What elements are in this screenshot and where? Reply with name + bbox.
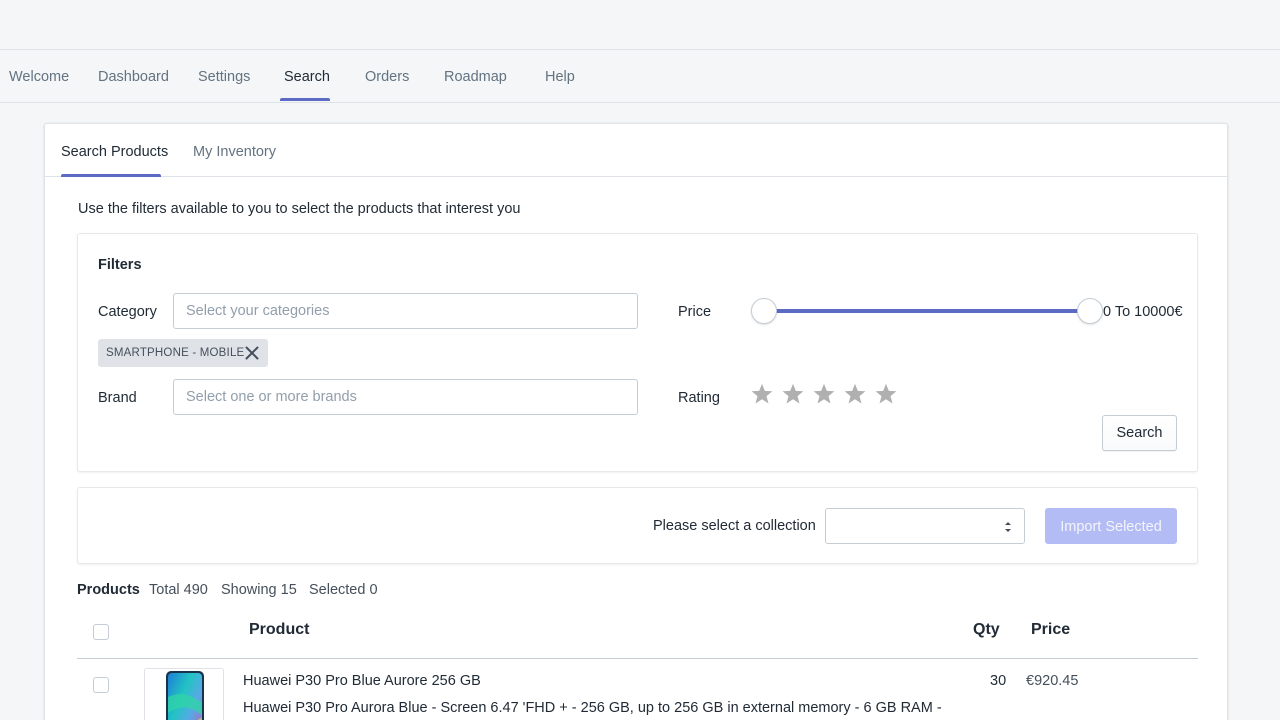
product-description: Huawei P30 Pro Aurora Blue - Screen 6.47… <box>243 700 942 716</box>
brand-input[interactable] <box>173 379 638 415</box>
select-all-checkbox[interactable] <box>93 624 109 640</box>
nav-orders[interactable]: Orders <box>365 69 409 85</box>
product-qty: 30 <box>990 673 1007 689</box>
row-checkbox[interactable] <box>93 677 109 693</box>
search-products-card: Search Products My Inventory Use the fil… <box>44 123 1228 720</box>
filters-panel: Filters Category SMARTPHONE - MOBILE Bra… <box>77 233 1198 472</box>
select-arrows-icon <box>1005 522 1011 532</box>
collection-label: Please select a collection <box>653 518 816 534</box>
tab-search-products[interactable]: Search Products <box>61 144 168 160</box>
table-row[interactable]: Huawei P30 Pro Blue Aurore 256 GB Huawei… <box>77 660 1198 720</box>
collection-select[interactable] <box>825 508 1025 544</box>
star-icon[interactable] <box>843 382 867 406</box>
header-qty: Qty <box>973 621 1000 638</box>
total-count: Total 490 <box>149 582 208 598</box>
showing-count: Showing 15 <box>221 582 297 598</box>
nav-welcome[interactable]: Welcome <box>9 69 69 85</box>
price-slider-min-handle[interactable] <box>751 298 777 324</box>
products-label: Products <box>77 582 140 598</box>
category-tag: SMARTPHONE - MOBILE <box>98 339 268 367</box>
subtab-active-indicator <box>61 174 161 177</box>
filters-title: Filters <box>98 257 142 273</box>
search-button[interactable]: Search <box>1102 415 1177 451</box>
category-label: Category <box>98 304 157 320</box>
product-image <box>144 668 224 720</box>
table-header: Product Qty Price <box>77 611 1198 659</box>
nav-active-indicator <box>280 98 330 101</box>
price-slider-track[interactable] <box>764 309 1090 313</box>
rating-label: Rating <box>678 390 720 406</box>
product-price: €920.45 <box>1026 673 1079 689</box>
intro-text: Use the filters available to you to sele… <box>78 201 521 217</box>
nav-dashboard[interactable]: Dashboard <box>98 69 169 85</box>
main-nav: Welcome Dashboard Settings Search Orders… <box>0 51 1280 103</box>
star-icon[interactable] <box>781 382 805 406</box>
category-input[interactable] <box>173 293 638 329</box>
close-icon[interactable] <box>242 343 262 363</box>
selected-count: Selected 0 <box>309 582 378 598</box>
star-icon[interactable] <box>750 382 774 406</box>
tab-my-inventory[interactable]: My Inventory <box>193 144 276 160</box>
star-icon[interactable] <box>812 382 836 406</box>
brand-label: Brand <box>98 390 137 406</box>
header-product: Product <box>249 621 310 638</box>
product-title[interactable]: Huawei P30 Pro Blue Aurore 256 GB <box>243 673 481 689</box>
nav-search[interactable]: Search <box>284 69 330 85</box>
price-slider-max-handle[interactable] <box>1077 298 1103 324</box>
collection-panel: Please select a collection Import Select… <box>77 487 1198 564</box>
nav-roadmap[interactable]: Roadmap <box>444 69 507 85</box>
nav-help[interactable]: Help <box>545 69 575 85</box>
top-bar <box>0 0 1280 50</box>
subtabs: Search Products My Inventory <box>45 124 1227 177</box>
price-label: Price <box>678 304 712 320</box>
header-price: Price <box>1031 621 1071 638</box>
category-tag-label: SMARTPHONE - MOBILE <box>106 347 245 359</box>
nav-settings[interactable]: Settings <box>198 69 250 85</box>
star-icon[interactable] <box>874 382 898 406</box>
import-selected-button[interactable]: Import Selected <box>1045 508 1177 544</box>
price-range-text: 0 To 10000€ <box>1103 304 1183 320</box>
